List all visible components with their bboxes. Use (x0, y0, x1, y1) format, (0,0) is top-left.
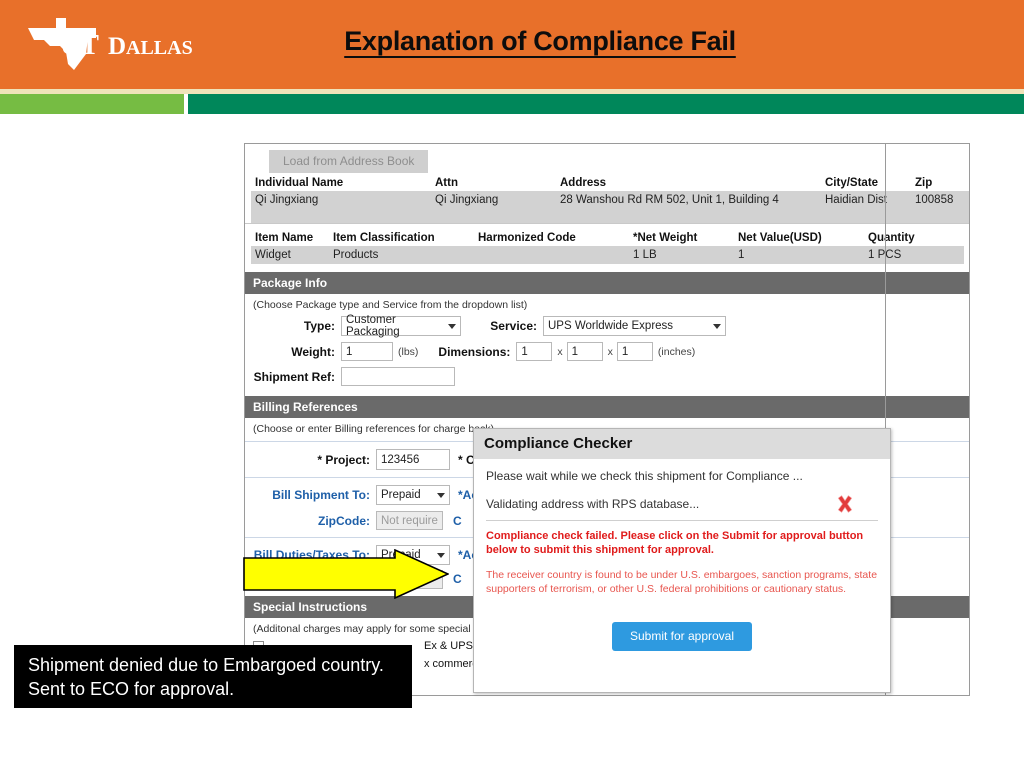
package-type-select[interactable]: Customer Packaging (341, 314, 461, 338)
col-individual-name: Individual Name (251, 175, 431, 191)
svg-text:ALLAS: ALLAS (126, 37, 193, 59)
col-attn: Attn (431, 175, 556, 191)
dialog-error-bold: Compliance check failed. Please click on… (486, 530, 864, 556)
bill-shipment-to-label: Bill Shipment To: (272, 488, 370, 502)
ut-dallas-logo-icon: UT D ALLAS (28, 18, 193, 70)
compliance-checker-dialog: Compliance Checker Please wait while we … (473, 428, 891, 693)
recipient-header-row: Individual Name Attn Address City/State … (251, 175, 969, 191)
stripe-green-left (0, 94, 184, 114)
dim-sep-2: x (607, 345, 613, 358)
dialog-body: Please wait while we check this shipment… (474, 459, 890, 651)
service-select[interactable]: UPS Worldwide Express (543, 316, 726, 336)
col-net-value: Net Value(USD) (734, 230, 864, 246)
yellow-arrow-annotation (243, 549, 449, 599)
package-weight-row: Weight: 1 (lbs) Dimensions: 1 x 1 x 1 (i… (245, 339, 969, 364)
dim-sep-1: x (557, 345, 563, 358)
bill-shipment-to-select[interactable]: Prepaid (376, 485, 450, 505)
dialog-validating-text: Validating address with RPS database... (486, 497, 700, 511)
chevron-down-icon (448, 323, 456, 329)
section-header-package-info: Package Info (245, 272, 969, 294)
item-table-wrap: Item Name Item Classification Harmonized… (245, 230, 969, 264)
package-info-note: (Choose Package type and Service from th… (253, 299, 528, 311)
weight-input[interactable]: 1 (341, 342, 393, 361)
section-header-billing-references: Billing References (245, 396, 969, 418)
chevron-down-icon (713, 323, 721, 329)
weight-label: Weight: (291, 344, 335, 359)
cell-individual-name[interactable]: Qi Jingxiang (251, 191, 431, 209)
spacer-row (251, 209, 969, 223)
table-row: Widget Products 1 LB 1 1 PCS (251, 246, 964, 264)
cell-address: 28 Wanshou Rd RM 502, Unit 1, Building 4 (556, 191, 821, 209)
load-from-address-book-button[interactable]: Load from Address Book (269, 150, 429, 173)
col-item-name: Item Name (251, 230, 329, 246)
shipment-ref-row: Shipment Ref: (245, 364, 969, 389)
dialog-error-detail: The receiver country is found to be unde… (486, 568, 878, 595)
dialog-wait-text: Please wait while we check this shipment… (486, 469, 803, 483)
submit-for-approval-button[interactable]: Submit for approval (611, 621, 753, 651)
cell-net-weight: 1 LB (629, 246, 734, 264)
form-right-column (885, 144, 969, 695)
item-table: Item Name Item Classification Harmonized… (251, 230, 964, 264)
project-input[interactable]: 123456 (376, 449, 450, 470)
c-label-1: C (453, 513, 462, 528)
cell-item-name[interactable]: Widget (251, 246, 329, 264)
arrow-shape-icon (243, 549, 449, 599)
shipment-ref-label: Shipment Ref: (253, 369, 335, 384)
svg-text:D: D (108, 33, 126, 60)
red-x-icon (837, 495, 853, 513)
cell-attn: Qi Jingxiang (431, 191, 556, 209)
dimensions-label: Dimensions: (438, 344, 511, 359)
zipcode-input[interactable]: Not require (376, 511, 443, 530)
cell-harmonized-code (474, 246, 629, 264)
col-item-classification: Item Classification (329, 230, 474, 246)
cell-net-value: 1 (734, 246, 864, 264)
shipment-ref-input[interactable] (341, 367, 455, 386)
dialog-button-wrap: Submit for approval (486, 621, 878, 651)
divider (245, 223, 969, 224)
col-address: Address (556, 175, 821, 191)
col-harmonized-code: Harmonized Code (474, 230, 629, 246)
dimension-unit-label: (inches) (657, 345, 696, 358)
weight-unit-label: (lbs) (398, 345, 419, 358)
dialog-validating-row: Validating address with RPS database... (486, 494, 878, 521)
recipient-table: Individual Name Attn Address City/State … (251, 175, 969, 223)
slide-root: UT D ALLAS Explanation of Compliance Fai… (0, 0, 1024, 768)
service-value: UPS Worldwide Express (548, 320, 674, 332)
chevron-down-icon (437, 492, 445, 498)
page-title: Explanation of Compliance Fail (344, 26, 736, 56)
dimension-height-input[interactable]: 1 (616, 342, 653, 361)
caption-box: Shipment denied due to Embargoed country… (14, 645, 412, 708)
item-header-row: Item Name Item Classification Harmonized… (251, 230, 964, 246)
package-type-row: Type: Customer Packaging Service: UPS Wo… (245, 313, 969, 339)
svg-text:UT: UT (60, 30, 99, 61)
service-label: Service: (490, 319, 537, 333)
zipcode-label: ZipCode: (318, 513, 370, 528)
col-net-weight: *Net Weight (629, 230, 734, 246)
address-book-row: Load from Address Book (245, 144, 969, 175)
dimension-length-input[interactable]: 1 (516, 342, 553, 361)
stripe-green-right (188, 94, 1024, 114)
table-row: Qi Jingxiang Qi Jingxiang 28 Wanshou Rd … (251, 191, 969, 209)
c-label-2: C (453, 572, 462, 586)
header-band: UT D ALLAS Explanation of Compliance Fai… (0, 0, 1024, 89)
type-label: Type: (303, 319, 335, 333)
package-type-value: Customer Packaging (346, 314, 400, 338)
recipient-table-wrap: Individual Name Attn Address City/State … (245, 175, 969, 223)
project-label: * Project: (317, 452, 370, 467)
cell-item-classification: Products (329, 246, 474, 264)
ut-dallas-logo: UT D ALLAS (22, 14, 197, 74)
dialog-title: Compliance Checker (474, 429, 890, 459)
bill-shipment-to-value: Prepaid (381, 489, 421, 501)
dimension-width-input[interactable]: 1 (566, 342, 603, 361)
